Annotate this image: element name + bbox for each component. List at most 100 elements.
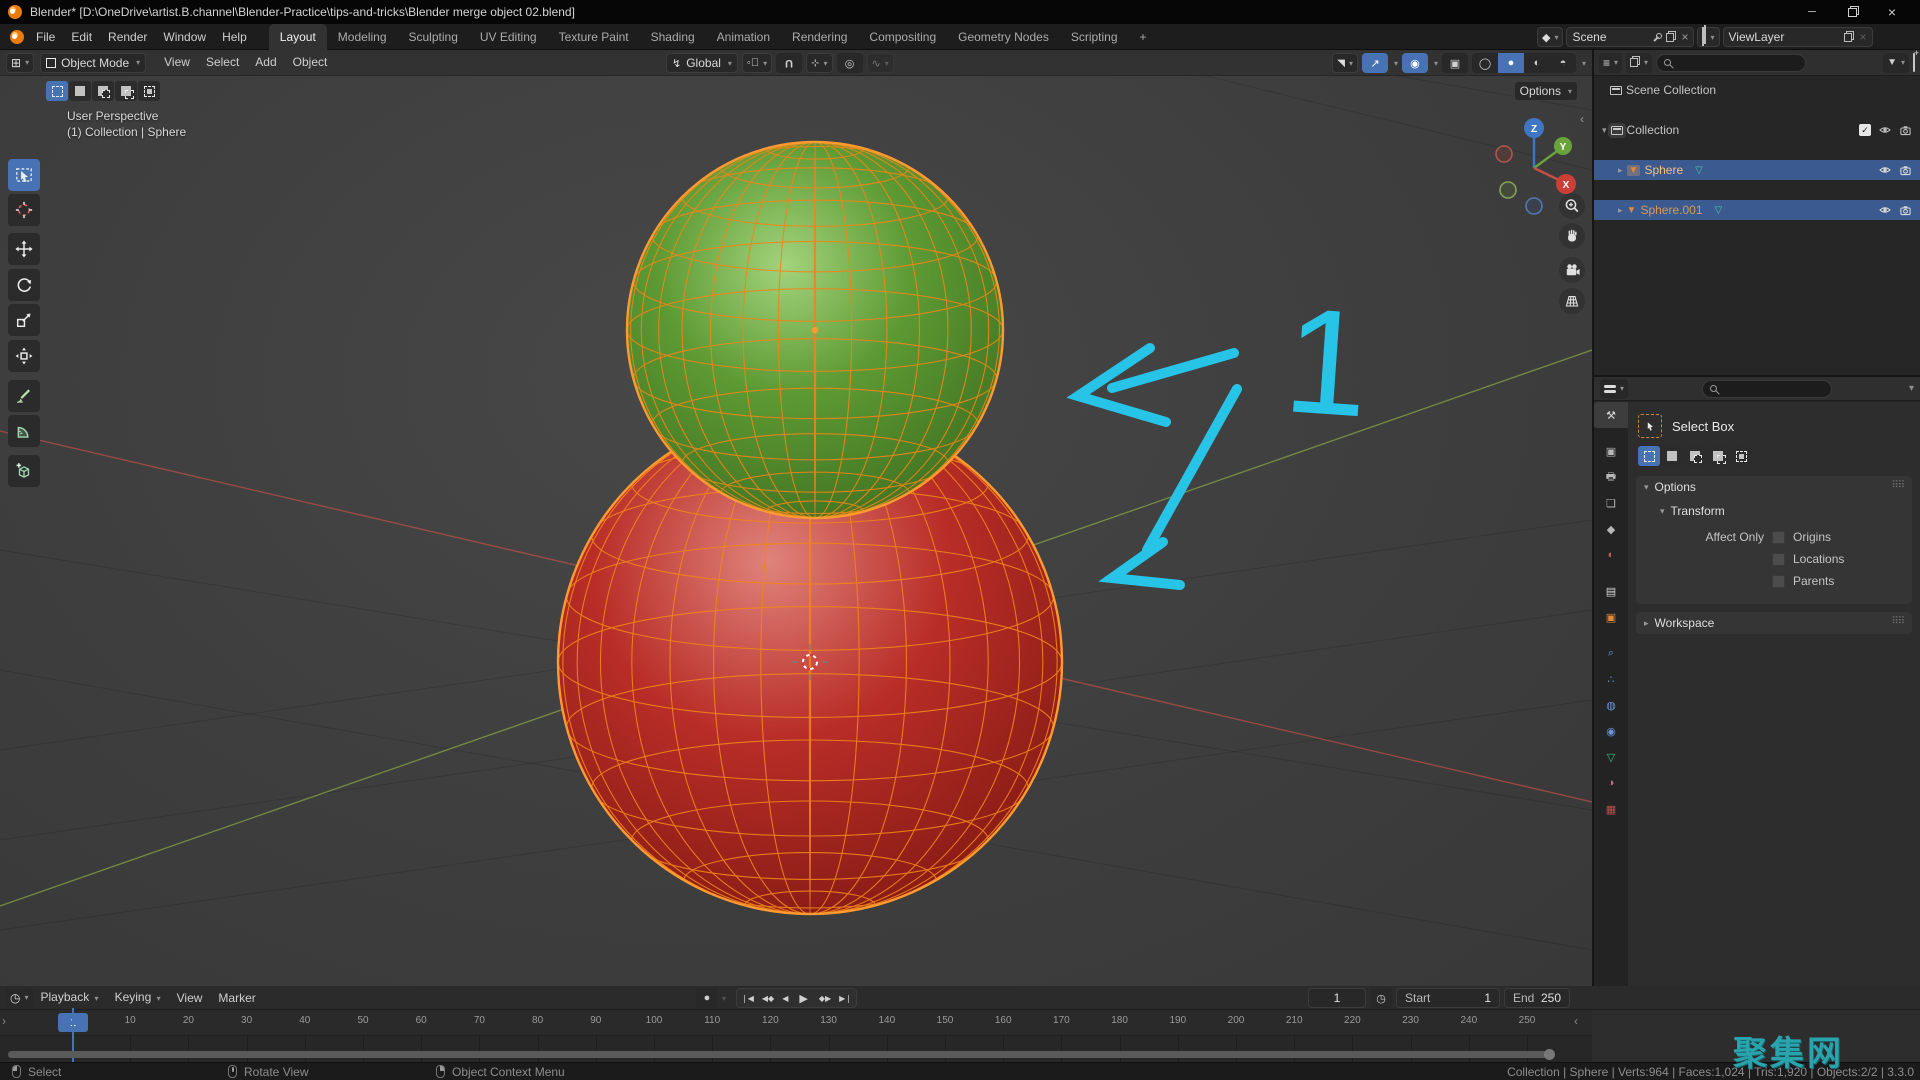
- mode-set-icon[interactable]: [1638, 446, 1660, 466]
- prev-keyframe-icon[interactable]: ◀◆: [758, 989, 778, 1007]
- tab-physics[interactable]: ◍: [1594, 692, 1628, 718]
- record-icon[interactable]: ●: [696, 988, 718, 1008]
- minimize-icon[interactable]: ─: [1792, 0, 1832, 24]
- tab-render[interactable]: ▣: [1594, 438, 1628, 464]
- mode-subtract-icon[interactable]: [1684, 446, 1706, 466]
- tab-shading[interactable]: Shading: [640, 24, 706, 50]
- view-layer-name-field[interactable]: ViewLayer ×: [1723, 27, 1873, 47]
- view-layer-selector-button[interactable]: ▾: [1697, 27, 1719, 47]
- editor-type-button[interactable]: ⊞▾: [6, 53, 34, 73]
- transform-tool-button[interactable]: [8, 340, 40, 372]
- workspace-panel[interactable]: ▸ Workspace ⠿⠿: [1636, 612, 1912, 634]
- timeline-scrollbar-handle[interactable]: [1544, 1049, 1555, 1060]
- menu-window[interactable]: Window: [155, 24, 214, 50]
- expand-arrow-icon[interactable]: ▸: [1618, 165, 1623, 176]
- shading-solid-icon[interactable]: ●: [1498, 53, 1524, 73]
- overlays-toggle[interactable]: ◉: [1402, 53, 1428, 73]
- menu-add[interactable]: Add: [247, 50, 284, 75]
- pan-button[interactable]: [1559, 223, 1585, 249]
- camera-icon[interactable]: [1899, 205, 1912, 216]
- menu-playback[interactable]: Playback ▾: [33, 985, 107, 1011]
- tab-texture-paint[interactable]: Texture Paint: [548, 24, 640, 50]
- delete-view-layer-icon[interactable]: ×: [1859, 30, 1866, 44]
- outliner-row-collection[interactable]: ▾ Collection ✓: [1594, 120, 1920, 140]
- mode-intersect-icon[interactable]: [1730, 446, 1752, 466]
- tab-layout[interactable]: Layout: [269, 24, 327, 50]
- transform-orientation-selector[interactable]: ↯ Global ▾: [666, 53, 738, 73]
- options-panel[interactable]: ▾ Options ⠿⠿ ▾ Transform Affect Only Ori…: [1636, 476, 1912, 604]
- properties-editor-button[interactable]: ▾: [1600, 379, 1628, 399]
- expand-arrow-icon[interactable]: ▾: [1602, 125, 1607, 136]
- outliner-row-scene-collection[interactable]: Scene Collection: [1594, 80, 1920, 100]
- jump-start-icon[interactable]: ❘◀: [737, 989, 758, 1007]
- camera-icon[interactable]: [1899, 125, 1912, 136]
- play-icon[interactable]: ▶: [792, 989, 814, 1007]
- tab-view-layer[interactable]: ❏: [1594, 490, 1628, 516]
- tab-world[interactable]: ◐: [1594, 542, 1628, 568]
- pin-icon[interactable]: [1651, 32, 1661, 42]
- menu-select[interactable]: Select: [198, 50, 247, 75]
- menu-object[interactable]: Object: [285, 50, 336, 75]
- tab-scene[interactable]: ◆: [1594, 516, 1628, 542]
- menu-keying[interactable]: Keying ▾: [107, 985, 169, 1011]
- tab-uv-editing[interactable]: UV Editing: [469, 24, 548, 50]
- tab-geometry-nodes[interactable]: Geometry Nodes: [947, 24, 1060, 50]
- sidebar-collapse-icon[interactable]: ‹: [1580, 112, 1584, 126]
- chevron-down-icon[interactable]: ▾: [1909, 383, 1914, 394]
- outliner-search-input[interactable]: [1656, 54, 1806, 72]
- menu-help[interactable]: Help: [214, 24, 255, 50]
- origins-checkbox[interactable]: [1772, 531, 1785, 544]
- new-collection-button[interactable]: +: [1913, 54, 1915, 72]
- sphere-green[interactable]: [627, 138, 1003, 523]
- camera-view-button[interactable]: [1559, 257, 1585, 283]
- mode-extend-icon[interactable]: [1661, 446, 1683, 466]
- shading-rendered-icon[interactable]: ◓: [1550, 53, 1576, 73]
- properties-search-input[interactable]: [1702, 380, 1832, 398]
- jump-end-icon[interactable]: ▶❘: [835, 989, 856, 1007]
- mode-subtract-icon[interactable]: [92, 81, 114, 101]
- camera-icon[interactable]: [1899, 165, 1912, 176]
- add-cube-tool-button[interactable]: [8, 455, 40, 487]
- collapse-right-icon[interactable]: ‹: [1574, 1014, 1578, 1028]
- pivot-point-selector[interactable]: ◦⃝▾: [742, 53, 772, 73]
- mode-selector[interactable]: Object Mode ▾: [40, 53, 146, 73]
- active-tool-row[interactable]: Select Box: [1628, 402, 1920, 444]
- locations-checkbox[interactable]: [1772, 553, 1785, 566]
- panel-grip-icon[interactable]: ⠿⠿: [1891, 616, 1904, 627]
- add-workspace-button[interactable]: +: [1129, 24, 1158, 50]
- xray-toggle[interactable]: ▣: [1442, 53, 1468, 73]
- menu-view-timeline[interactable]: View: [169, 986, 211, 1010]
- timeline-editor-button[interactable]: ◷▾: [6, 988, 33, 1008]
- options-dropdown[interactable]: Options ▾: [1514, 81, 1578, 101]
- mode-invert-icon[interactable]: [1707, 446, 1729, 466]
- outliner-row-sphere-001[interactable]: ▸ ▼ Sphere.001 ▽: [1594, 200, 1920, 220]
- tab-rendering[interactable]: Rendering: [781, 24, 858, 50]
- zoom-button[interactable]: [1559, 193, 1585, 219]
- menu-marker[interactable]: Marker: [210, 986, 263, 1010]
- proportional-editing-toggle[interactable]: ◎: [837, 53, 863, 73]
- next-keyframe-icon[interactable]: ◆▶: [815, 989, 835, 1007]
- panel-expand-icon[interactable]: ▸: [1644, 618, 1649, 629]
- tab-scripting[interactable]: Scripting: [1060, 24, 1129, 50]
- outliner-row-sphere[interactable]: ▸ ▼ Sphere ▽: [1594, 160, 1920, 180]
- timeline-scrollbar[interactable]: [8, 1051, 1554, 1058]
- outliner-editor-button[interactable]: ≡▾: [1599, 53, 1622, 73]
- tab-material[interactable]: ◑: [1594, 770, 1628, 796]
- menu-view[interactable]: View: [156, 50, 198, 75]
- show-gizmo-selector[interactable]: ◥▾: [1332, 53, 1358, 73]
- filter-button[interactable]: ▼▾: [1883, 53, 1909, 73]
- scene-name-field[interactable]: Scene ×: [1566, 27, 1694, 47]
- current-frame-field[interactable]: 1: [1308, 988, 1366, 1008]
- transform-subpanel-header[interactable]: ▾ Transform: [1636, 500, 1912, 522]
- collection-checkbox[interactable]: ✓: [1859, 124, 1871, 136]
- preview-range-button[interactable]: ◷: [1370, 988, 1392, 1008]
- move-tool-button[interactable]: [8, 233, 40, 265]
- scene-selector-button[interactable]: ◆▾: [1537, 27, 1563, 47]
- new-view-layer-icon[interactable]: [1844, 33, 1852, 42]
- snap-toggle[interactable]: U: [776, 53, 802, 73]
- cursor-tool-button[interactable]: [8, 194, 40, 226]
- new-scene-icon[interactable]: [1666, 33, 1674, 42]
- annotate-tool-button[interactable]: [8, 380, 40, 412]
- panel-expand-icon[interactable]: ▾: [1644, 482, 1649, 493]
- delete-scene-icon[interactable]: ×: [1681, 30, 1688, 44]
